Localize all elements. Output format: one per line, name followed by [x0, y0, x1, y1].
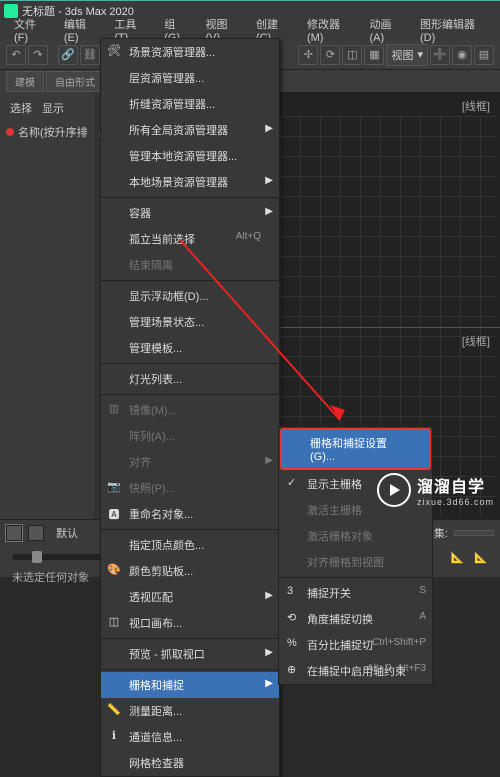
- menu-item[interactable]: 网格检查器: [101, 750, 279, 776]
- tab-freeform[interactable]: 自由形式: [46, 71, 104, 92]
- submenu-item[interactable]: 捕捉开关3S: [279, 580, 432, 606]
- menu-animation[interactable]: 动画(A): [364, 14, 410, 46]
- submenu-item[interactable]: 在捕捉中启用轴约束⊕Alt+D, Alt+F3: [279, 658, 432, 684]
- viewport-label-bot-right[interactable]: [线框]: [462, 333, 490, 349]
- menu-item[interactable]: 通道信息...ℹ: [101, 724, 279, 750]
- watermark: 溜溜自学 zixue.3d66.com: [377, 473, 494, 507]
- panel-tab-display[interactable]: 显示: [42, 100, 64, 116]
- viewport-layout-2[interactable]: [28, 525, 44, 541]
- scale-icon[interactable]: ◫: [342, 45, 362, 65]
- menu-item: 阵列(A)...: [101, 423, 279, 449]
- menu-edit[interactable]: 编辑(E): [58, 14, 104, 46]
- annotation-highlight: 栅格和捕捉设置(G)...: [280, 428, 431, 470]
- menu-item[interactable]: 所有全局资源管理器▶: [101, 117, 279, 143]
- menu-item[interactable]: 重命名对象...🅰: [101, 501, 279, 527]
- menu-item[interactable]: 预览 - 抓取视口▶: [101, 641, 279, 667]
- menu-item[interactable]: 折缝资源管理器...: [101, 91, 279, 117]
- coord-icon-a[interactable]: 📐: [451, 551, 465, 564]
- name-header[interactable]: 名称(按升序排: [18, 124, 88, 140]
- menu-item[interactable]: 孤立当前选择Alt+Q: [101, 226, 279, 252]
- menu-item[interactable]: 视口画布...◫: [101, 610, 279, 636]
- submenu-item[interactable]: 角度捕捉切换⟲A: [279, 606, 432, 632]
- panel-tab-select[interactable]: 选择: [10, 100, 32, 116]
- viewport-layout-1[interactable]: [6, 525, 22, 541]
- menu-item: 快照(P)...📷: [101, 475, 279, 501]
- watermark-url: zixue.3d66.com: [417, 497, 494, 507]
- scene-explorer-panel: 选择 显示 名称(按升序排: [0, 92, 94, 519]
- menu-item[interactable]: 透视匹配▶: [101, 584, 279, 610]
- submenu-item: 对齐栅格到视图: [279, 549, 432, 575]
- axis-c-icon[interactable]: ◉: [452, 45, 472, 65]
- selection-set-combo[interactable]: [454, 530, 494, 536]
- workspace-label[interactable]: 默认: [56, 525, 78, 541]
- viewport-label-top-right[interactable]: [线框]: [462, 98, 490, 114]
- move-icon[interactable]: ✢: [298, 45, 318, 65]
- link-icon[interactable]: 🔗: [58, 45, 78, 65]
- unlink-icon[interactable]: ⛓: [80, 45, 100, 65]
- menu-bar: 文件(F) 编辑(E) 工具(T) 组(G) 视图(V) 创建(C) 修改器(M…: [0, 20, 500, 40]
- menu-item[interactable]: 灯光列表...: [101, 366, 279, 392]
- menu-item[interactable]: 容器▶: [101, 200, 279, 226]
- menu-item: 镜像(M)...▥: [101, 397, 279, 423]
- menu-item[interactable]: 显示浮动框(D)...: [101, 283, 279, 309]
- redo-icon[interactable]: ↷: [28, 45, 48, 65]
- tools-menu-dropdown: 场景资源管理器...🛠层资源管理器...折缝资源管理器...所有全局资源管理器▶…: [100, 38, 280, 777]
- axis-s-icon[interactable]: ▤: [474, 45, 494, 65]
- menu-modifiers[interactable]: 修改器(M): [301, 14, 360, 46]
- axis-x-icon[interactable]: ➕: [430, 45, 450, 65]
- coord-icon-b[interactable]: 📐: [474, 551, 488, 564]
- menu-item[interactable]: 栅格和捕捉▶: [101, 672, 279, 698]
- submenu-item[interactable]: 百分比捕捉切%Ctrl+Shift+P: [279, 632, 432, 658]
- rotate-icon[interactable]: ⟳: [320, 45, 340, 65]
- menu-item[interactable]: 颜色剪贴板...🎨: [101, 558, 279, 584]
- submenu-item: 激活栅格对象: [279, 523, 432, 549]
- status-text: 未选定任何对象: [12, 572, 89, 584]
- submenu-grid-snap-settings[interactable]: 栅格和捕捉设置(G)...: [282, 430, 429, 468]
- watermark-play-icon: [377, 473, 411, 507]
- menu-item[interactable]: 管理本地资源管理器...: [101, 143, 279, 169]
- grid-snap-submenu: 栅格和捕捉设置(G)... 显示主栅格✓激活主栅格激活栅格对象对齐栅格到视图捕捉…: [278, 426, 433, 685]
- undo-icon[interactable]: ↶: [6, 45, 26, 65]
- menu-item[interactable]: 管理模板...: [101, 335, 279, 361]
- menu-item[interactable]: 本地场景资源管理器▶: [101, 169, 279, 195]
- menu-item[interactable]: 管理场景状态...: [101, 309, 279, 335]
- menu-item[interactable]: 场景资源管理器...🛠: [101, 39, 279, 65]
- tab-modeling[interactable]: 建模: [6, 71, 44, 92]
- menu-item[interactable]: 指定顶点颜色...: [101, 532, 279, 558]
- placement-icon[interactable]: ▦: [364, 45, 384, 65]
- menu-item: 对齐▶: [101, 449, 279, 475]
- menu-item: 结束隔离: [101, 252, 279, 278]
- watermark-text: 溜溜自学: [417, 473, 494, 497]
- time-slider-thumb[interactable]: [32, 551, 42, 563]
- sort-dot-icon: [6, 128, 14, 136]
- menu-item[interactable]: 层资源管理器...: [101, 65, 279, 91]
- menu-file[interactable]: 文件(F): [8, 14, 54, 46]
- menu-item[interactable]: 测量距离...📏: [101, 698, 279, 724]
- view-combo[interactable]: 视图 ▾: [386, 44, 428, 66]
- menu-grapheditors[interactable]: 图形编辑器(D): [414, 14, 492, 46]
